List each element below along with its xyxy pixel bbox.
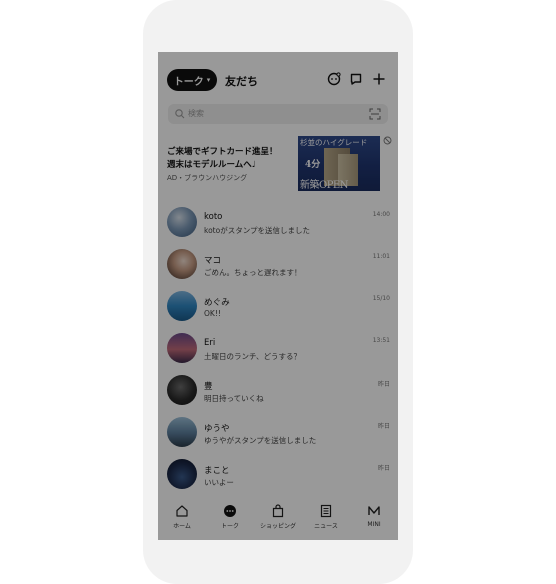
chat-row[interactable]: まこと いいよー 昨日 [158,455,398,497]
chat-time: 15/10 [372,295,390,302]
tab-news-label: ニュース [314,523,338,530]
chat-row[interactable]: ゆうや ゆうやがスタンプを送信しました 昨日 [158,413,398,455]
chat-name: 豊 [204,382,213,392]
chat-time: 14:00 [372,211,390,218]
talk-dropdown-button[interactable]: トーク ▾ [167,69,217,91]
chat-row[interactable]: マコ ごめん。ちょっと遅れます！ 11:01 [158,245,398,287]
search-bar[interactable]: 検索 [168,104,388,124]
chat-last-message: いいよー [204,478,234,487]
chat-name: まこと [204,466,230,476]
chevron-down-icon: ▾ [206,76,211,84]
chat-name: マコ [204,256,222,266]
chat-name: Eri [204,338,216,348]
tab-home[interactable]: ホーム [162,504,202,536]
divider [158,195,398,203]
chat-time: 13:51 [372,337,390,344]
chat-row[interactable]: Eri 土曜日のランチ、どうする？ 13:51 [158,329,398,371]
chat-time: 昨日 [377,381,390,388]
chat-row[interactable]: めぐみ OK!! 15/10 [158,287,398,329]
avatar [167,459,197,489]
chat-last-message: ごめん。ちょっと遅れます！ [204,268,302,277]
ad-info-icon[interactable] [383,136,392,145]
qr-scan-icon[interactable] [369,108,381,120]
news-icon [320,504,332,518]
talk-icon [224,505,236,517]
friends-tab[interactable]: 友だち [225,73,258,89]
tab-shopping-label: ショッピング [259,523,296,530]
chat-last-message: 明日持っていくね [204,394,264,403]
ad-banner[interactable]: ご来場でギフトカード進呈！ 週末はモデルルームへ♩ AD・ブラウンハウジング 杉… [158,132,398,195]
mini-icon [368,506,380,515]
tab-home-label: ホーム [173,523,191,530]
avatar [167,249,197,279]
avatar [167,333,197,363]
chat-last-message: kotoがスタンプを送信しました [204,226,310,235]
chat-name: めぐみ [204,298,230,308]
tab-news[interactable]: ニュース [306,504,346,536]
ad-headline-2: 週末はモデルルームへ♩ [167,160,256,170]
tab-talk[interactable]: トーク [210,504,250,536]
ad-image-title: 新築OPEN [300,180,348,191]
ad-image: 杉並のハイグレード 4分 新築OPEN [298,136,380,191]
header: トーク ▾ 友だち 検索 [158,52,398,132]
ad-sponsor: AD・ブラウンハウジング [167,174,248,182]
search-icon [175,109,185,119]
tab-mini-label: MINI [367,521,381,528]
avatar [167,207,197,237]
avatar [167,417,197,447]
chat-row[interactable]: 豊 明日持っていくね 昨日 [158,371,398,413]
tab-mini[interactable]: MINI [354,504,394,536]
home-icon [176,505,188,517]
ad-image-badge: 4分 [305,160,321,170]
chat-time: 11:01 [372,253,390,260]
new-chat-icon[interactable] [348,71,364,87]
app-screen: トーク ▾ 友だち 検索 ご来場でギフトカード進呈！ 週末はモデルルームへ♩ A… [158,52,398,540]
shopping-icon [272,504,284,518]
search-placeholder: 検索 [188,109,204,118]
chat-last-message: 土曜日のランチ、どうする？ [204,352,302,361]
ad-headline-1: ご来場でギフトカード進呈！ [167,147,278,157]
avatar [167,375,197,405]
tab-shopping[interactable]: ショッピング [258,504,298,536]
openchat-icon[interactable] [326,71,342,87]
talk-dropdown-label: トーク [173,76,204,88]
avatar [167,291,197,321]
chat-name: koto [204,212,223,222]
add-icon[interactable] [371,71,387,87]
bottom-tab-bar: ホーム トーク ショッピング ニュース MINI [158,500,398,540]
chat-last-message: OK!! [204,309,221,318]
chat-last-message: ゆうやがスタンプを送信しました [204,436,317,445]
chat-time: 昨日 [377,423,390,430]
chat-name: ゆうや [204,424,230,434]
tab-talk-label: トーク [220,523,239,530]
chat-time: 昨日 [377,465,390,472]
ad-image-caption: 杉並のハイグレード [300,138,368,147]
chat-row[interactable]: koto kotoがスタンプを送信しました 14:00 [158,203,398,245]
